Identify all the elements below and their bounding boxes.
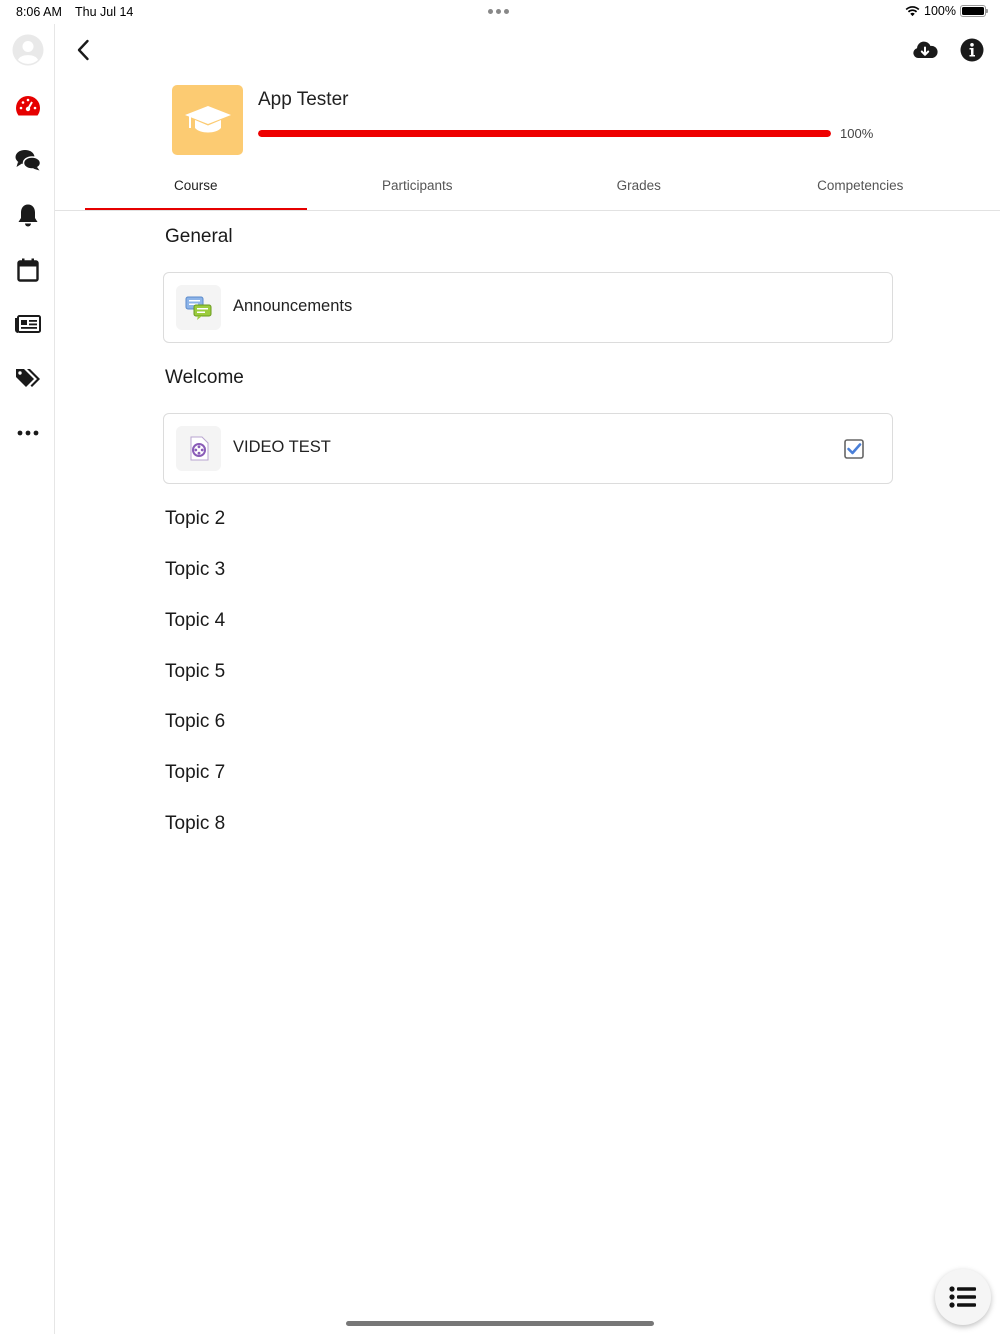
status-time: 8:06 AM — [16, 5, 62, 19]
tags-icon[interactable] — [11, 361, 45, 395]
sidebar — [0, 24, 55, 1334]
multitasking-dots-icon[interactable] — [488, 9, 509, 14]
chevron-left-icon — [77, 39, 89, 61]
user-avatar-icon[interactable] — [11, 33, 45, 67]
module-name: Announcements — [233, 297, 353, 315]
completion-checkbox-icon[interactable] — [844, 439, 864, 459]
info-button[interactable] — [958, 36, 986, 64]
section-title-topic-4[interactable]: Topic 4 — [165, 610, 225, 632]
course-index-button[interactable] — [935, 1269, 991, 1325]
section-title-topic-2[interactable]: Topic 2 — [165, 508, 225, 530]
wifi-icon — [905, 6, 920, 17]
section-title-topic-7[interactable]: Topic 7 — [165, 762, 225, 784]
forum-icon — [176, 285, 221, 330]
section-title-topic-5[interactable]: Topic 5 — [165, 661, 225, 683]
module-name: VIDEO TEST — [233, 438, 331, 456]
graduation-cap-icon — [184, 106, 231, 133]
course-image — [172, 85, 243, 155]
section-title-topic-8[interactable]: Topic 8 — [165, 813, 225, 835]
back-button[interactable] — [68, 34, 98, 66]
tab-participants[interactable]: Participants — [307, 165, 529, 210]
calendar-icon[interactable] — [11, 253, 45, 287]
battery-percent: 100% — [924, 4, 956, 18]
section-title-topic-3[interactable]: Topic 3 — [165, 559, 225, 581]
module-video-test[interactable]: VIDEO TEST — [163, 413, 893, 484]
section-title-welcome[interactable]: Welcome — [165, 367, 244, 389]
home-indicator[interactable] — [346, 1321, 654, 1326]
info-icon — [960, 38, 984, 62]
course-progress-fill — [258, 130, 831, 137]
messages-icon[interactable] — [11, 143, 45, 177]
tab-competencies[interactable]: Competencies — [750, 165, 972, 210]
course-title: App Tester — [258, 89, 349, 110]
download-button[interactable] — [911, 36, 939, 64]
cloud-download-icon — [913, 41, 938, 58]
course-index-list-icon — [949, 1286, 976, 1308]
course-tabs: Course Participants Grades Competencies — [85, 165, 971, 210]
status-bar: 8:06 AM Thu Jul 14 100% — [0, 0, 1000, 24]
tab-grades[interactable]: Grades — [528, 165, 750, 210]
module-announcements[interactable]: Announcements — [163, 272, 893, 343]
video-icon — [176, 426, 221, 471]
course-progress-text: 100% — [840, 126, 874, 141]
section-title-topic-6[interactable]: Topic 6 — [165, 711, 225, 733]
more-icon[interactable] — [11, 416, 45, 450]
dashboard-gauge-icon[interactable] — [11, 89, 45, 123]
section-title-general[interactable]: General — [165, 226, 233, 248]
tabs-divider — [55, 210, 1000, 211]
status-date: Thu Jul 14 — [75, 5, 134, 19]
news-icon[interactable] — [11, 307, 45, 341]
battery-icon — [960, 5, 988, 17]
course-progress-bar — [258, 130, 831, 137]
status-indicators: 100% — [905, 4, 988, 18]
tab-course[interactable]: Course — [85, 165, 307, 210]
bell-icon[interactable] — [11, 198, 45, 232]
